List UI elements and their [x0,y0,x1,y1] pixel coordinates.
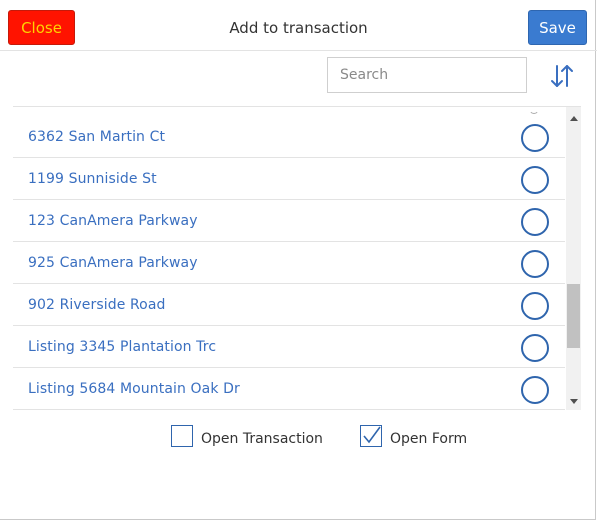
open-form-checkbox[interactable] [360,425,382,447]
partial-radio-above [529,107,539,114]
list-item-radio[interactable] [521,334,549,362]
open-transaction-label: Open Transaction [201,431,323,447]
open-form-option[interactable]: Open Form [360,423,467,449]
checkmark-icon [363,426,381,444]
open-transaction-checkbox[interactable] [171,425,193,447]
list-item-label[interactable]: Listing 3345 Plantation Trc [28,339,216,355]
list-item[interactable]: 123 CanAmera Parkway [13,200,565,242]
search-input[interactable] [327,57,527,93]
scrollbar[interactable] [566,107,581,410]
save-button[interactable]: Save [528,10,587,45]
list-item-radio[interactable] [521,250,549,278]
list-item[interactable]: Listing 5684 Mountain Oak Dr [13,368,565,410]
list-item[interactable]: Listing 3345 Plantation Trc [13,326,565,368]
list-item-radio[interactable] [521,166,549,194]
scrollbar-thumb[interactable] [567,284,580,348]
list-item[interactable]: 6362 San Martin Ct [13,116,565,158]
list-item[interactable]: 902 Riverside Road [13,284,565,326]
dialog-header: Close Add to transaction Save [0,0,597,51]
list-item-radio[interactable] [521,376,549,404]
scroll-down-arrow-icon[interactable] [570,399,578,404]
list-item-label[interactable]: 6362 San Martin Ct [28,129,165,145]
sort-arrows-icon[interactable] [548,62,576,90]
list-item[interactable]: 1199 Sunniside St [13,158,565,200]
dialog-title: Add to transaction [229,19,368,37]
transaction-list-items: 6362 San Martin Ct 1199 Sunniside St 123 C… [13,116,565,410]
open-transaction-option[interactable]: Open Transaction [171,423,323,449]
list-item-label[interactable]: Listing 5684 Mountain Oak Dr [28,381,240,397]
list-item-label[interactable]: 123 CanAmera Parkway [28,213,198,229]
scroll-up-arrow-icon[interactable] [570,116,578,121]
list-item-radio[interactable] [521,124,549,152]
transaction-list: 6362 San Martin Ct 1199 Sunniside St 123 C… [13,106,581,410]
list-item[interactable]: 925 CanAmera Parkway [13,242,565,284]
open-form-label: Open Form [390,431,468,447]
list-item-radio[interactable] [521,208,549,236]
list-item-label[interactable]: 902 Riverside Road [28,297,166,313]
list-item-label[interactable]: 1199 Sunniside St [28,171,157,187]
list-item-radio[interactable] [521,292,549,320]
list-item-label[interactable]: 925 CanAmera Parkway [28,255,198,271]
